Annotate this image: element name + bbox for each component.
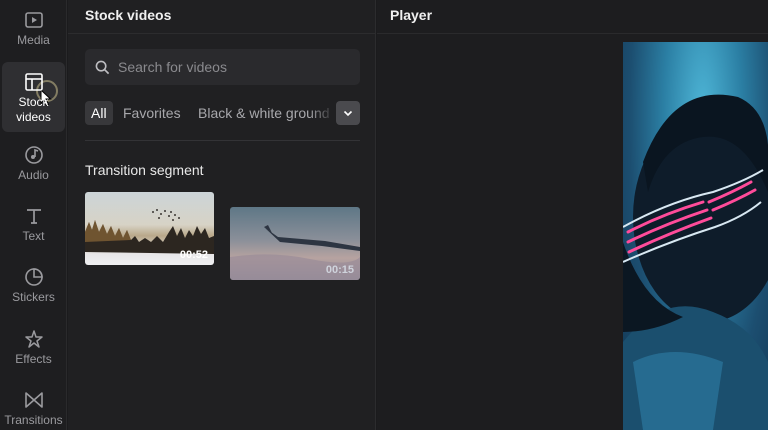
audio-icon [24,146,43,164]
sidebar-item-label: Audio [18,168,49,182]
sidebar-item-transitions[interactable]: Transitions [0,390,67,428]
stickers-icon [24,268,43,286]
panel-title: Stock videos [85,7,172,23]
media-icon [24,12,43,28]
sidebar-item-stock-videos[interactable]: Stock videos [0,62,67,132]
divider [85,140,360,141]
sidebar-item-audio[interactable]: Audio [0,145,67,183]
sidebar-item-text[interactable]: Text [0,206,67,244]
sidebar-item-stickers[interactable]: Stickers [0,267,67,305]
effects-icon [24,330,43,348]
sidebar: Media Stock videos Audio Text Stickers E… [0,0,67,430]
sidebar-item-media[interactable]: Media [0,10,67,48]
filters-dropdown-button[interactable] [336,101,360,125]
sidebar-item-label: Transitions [4,413,63,427]
sidebar-item-label: Effects [15,352,52,366]
player-title: Player [390,7,433,23]
divider [377,33,768,34]
sidebar-item-label: Stickers [12,290,55,304]
sidebar-item-effects[interactable]: Effects [0,329,67,367]
sidebar-item-label: Media [17,33,50,47]
video-duration: 00:52 [179,249,208,261]
search-box[interactable] [85,49,360,85]
search-input[interactable] [118,59,348,75]
player-panel: Player [377,0,768,430]
divider [68,33,376,34]
chevron-down-icon [343,110,353,117]
player-preview[interactable] [623,42,768,430]
stock-videos-icon [24,73,43,91]
filter-black-white-ground[interactable]: Black & white ground [198,101,336,125]
transitions-icon [24,392,43,408]
text-icon [26,209,41,224]
video-duration: 00:15 [325,264,354,276]
stock-videos-panel: Stock videos All Favorites Black & white… [68,0,376,430]
sidebar-item-label: Text [22,229,45,243]
neon-glasses-portrait-image [623,94,768,430]
video-thumbnail[interactable]: 00:15 [230,207,360,280]
section-title: Transition segment [85,162,204,178]
search-icon [95,60,110,74]
sidebar-item-label: Stock videos [16,95,51,124]
filter-bar: All Favorites Black & white ground [85,101,360,125]
video-thumbnail[interactable]: 00:52 [85,192,214,265]
filter-favorites[interactable]: Favorites [123,101,181,125]
filter-all[interactable]: All [85,101,113,125]
